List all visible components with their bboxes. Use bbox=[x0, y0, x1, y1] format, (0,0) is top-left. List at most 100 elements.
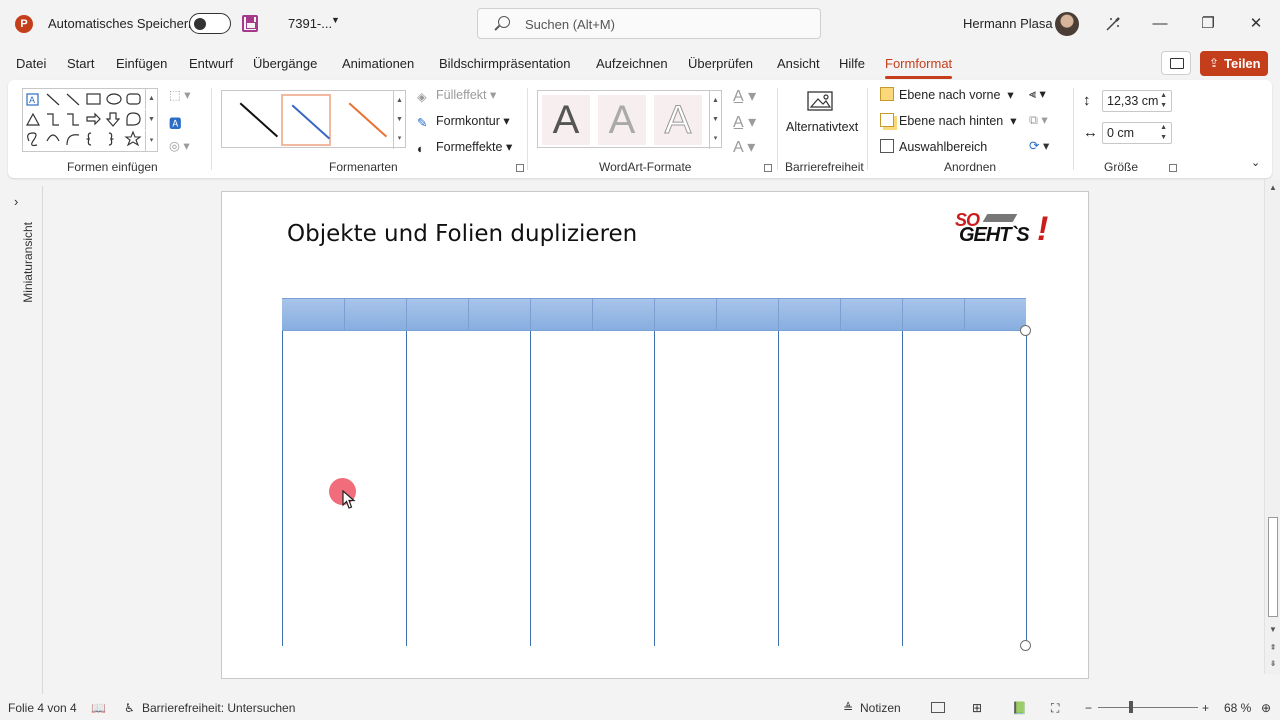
line-top-handle[interactable] bbox=[1020, 325, 1031, 336]
vertical-line[interactable] bbox=[530, 331, 531, 646]
rotate-icon[interactable]: ⟳ ▾ bbox=[1029, 138, 1049, 153]
normal-view-icon[interactable] bbox=[931, 702, 945, 713]
vertical-line[interactable] bbox=[778, 331, 779, 646]
alt-text-button[interactable]: Alternativtext bbox=[782, 86, 862, 146]
text-outline-icon[interactable]: A̲ ▾ bbox=[733, 112, 756, 132]
line-style-black[interactable] bbox=[228, 94, 278, 146]
zoom-out-button[interactable]: − bbox=[1085, 701, 1092, 715]
tab-bildschirmpraesentation[interactable]: Bildschirmpräsentation bbox=[439, 56, 571, 71]
height-input[interactable]: 12,33 cm ▲ ▼ bbox=[1102, 90, 1172, 112]
zoom-slider-knob[interactable] bbox=[1129, 701, 1133, 713]
tab-start[interactable]: Start bbox=[67, 56, 94, 71]
line-style-orange[interactable] bbox=[337, 94, 387, 146]
tab-animationen[interactable]: Animationen bbox=[342, 56, 414, 71]
vertical-line[interactable] bbox=[654, 331, 655, 646]
tab-datei[interactable]: Datei bbox=[16, 56, 46, 71]
document-filename[interactable]: 7391-... bbox=[288, 16, 332, 31]
accessibility-icon[interactable]: ♿ bbox=[124, 701, 135, 715]
tab-aufzeichnen[interactable]: Aufzeichnen bbox=[596, 56, 668, 71]
wordart-scroll-up-icon[interactable]: ▲ bbox=[709, 91, 721, 111]
height-decrement-icon[interactable]: ▼ bbox=[1160, 102, 1167, 109]
spelling-check-icon[interactable]: 📖 bbox=[91, 701, 106, 715]
align-icon[interactable]: ⫷ ▾ bbox=[1029, 86, 1046, 102]
styles-more-icon[interactable]: ▾ bbox=[393, 129, 405, 149]
vertical-line[interactable] bbox=[282, 331, 283, 646]
zoom-slider-track[interactable] bbox=[1098, 707, 1198, 708]
text-box-icon[interactable]: 🅰 bbox=[169, 113, 182, 132]
slide-sorter-icon[interactable]: ⊞ bbox=[972, 701, 982, 715]
vertical-line[interactable] bbox=[406, 331, 407, 646]
send-backward-button[interactable]: Ebene nach hinten ▾ bbox=[880, 113, 1017, 128]
tab-ueberpruefen[interactable]: Überprüfen bbox=[688, 56, 753, 71]
styles-scroll-down-icon[interactable]: ▼ bbox=[393, 110, 405, 130]
accessibility-status[interactable]: Barrierefreiheit: Untersuchen bbox=[142, 701, 295, 715]
thumbnail-pane-label[interactable]: Miniaturansicht bbox=[21, 222, 35, 303]
merge-shapes-icon[interactable]: ◎ ▾ bbox=[169, 138, 190, 153]
notes-icon[interactable]: ≜ bbox=[843, 701, 853, 715]
shape-outline-button[interactable]: ✎ Formkontur ▾ bbox=[417, 113, 510, 130]
slide-canvas[interactable]: Objekte und Folien duplizieren SO GEHT`S… bbox=[221, 191, 1089, 679]
vertical-line[interactable] bbox=[902, 331, 903, 646]
slide-title[interactable]: Objekte und Folien duplizieren bbox=[287, 221, 637, 247]
wordart-more-icon[interactable]: ▾ bbox=[709, 129, 721, 149]
shapes-more-icon[interactable]: ▾ bbox=[145, 131, 157, 151]
text-effects-icon[interactable]: A ▾ bbox=[733, 137, 755, 157]
vertical-scrollbar[interactable]: ▲ ▼ ⇞ ⇟ bbox=[1264, 180, 1280, 674]
reading-view-icon[interactable]: 📗 bbox=[1012, 701, 1027, 715]
shapes-scroll-up-icon[interactable]: ▲ bbox=[145, 89, 157, 109]
scroll-up-icon[interactable]: ▲ bbox=[1268, 183, 1278, 193]
restore-button[interactable]: ❐ bbox=[1198, 14, 1218, 34]
size-launcher-icon[interactable] bbox=[1169, 164, 1177, 172]
fill-effect-button[interactable]: ◈ Fülleffekt ▾ bbox=[417, 87, 496, 104]
wordart-style-dark[interactable]: A bbox=[542, 95, 590, 145]
expand-thumbnails-chevron-icon[interactable]: › bbox=[14, 194, 18, 209]
previous-slide-icon[interactable]: ⇞ bbox=[1268, 643, 1278, 653]
tab-einfuegen[interactable]: Einfügen bbox=[116, 56, 167, 71]
line-bottom-handle[interactable] bbox=[1020, 640, 1031, 651]
table-header-row[interactable] bbox=[282, 298, 1026, 331]
scroll-down-icon[interactable]: ▼ bbox=[1268, 625, 1278, 635]
group-objects-icon[interactable]: ⧉ ▾ bbox=[1029, 112, 1048, 128]
line-style-blue[interactable] bbox=[281, 94, 331, 146]
fit-to-window-icon[interactable]: ⊕ bbox=[1261, 701, 1271, 715]
edit-shape-icon[interactable]: ⬚ ▾ bbox=[169, 87, 191, 102]
bring-forward-button[interactable]: Ebene nach vorne ▾ bbox=[880, 87, 1014, 102]
shapes-scroll-down-icon[interactable]: ▼ bbox=[145, 110, 157, 130]
tab-ansicht[interactable]: Ansicht bbox=[777, 56, 820, 71]
text-fill-icon[interactable]: A̲ ▾ bbox=[733, 86, 756, 106]
wordart-style-gray[interactable]: A bbox=[598, 95, 646, 145]
wordart-scroll-down-icon[interactable]: ▼ bbox=[709, 110, 721, 130]
search-box[interactable]: Suchen (Alt+M) bbox=[477, 8, 821, 39]
collapse-ribbon-chevron-icon[interactable]: ⌄ bbox=[1251, 156, 1260, 169]
width-decrement-icon[interactable]: ▼ bbox=[1160, 134, 1167, 141]
vertical-line[interactable] bbox=[1026, 331, 1027, 646]
shape-styles-gallery[interactable]: ▲ ▼ ▾ bbox=[221, 90, 406, 149]
tab-entwurf[interactable]: Entwurf bbox=[189, 56, 233, 71]
tab-hilfe[interactable]: Hilfe bbox=[839, 56, 865, 71]
styles-scroll-up-icon[interactable]: ▲ bbox=[393, 91, 405, 111]
tab-uebergaenge[interactable]: Übergänge bbox=[253, 56, 317, 71]
slideshow-view-icon[interactable]: ⛶ bbox=[1051, 701, 1059, 716]
filename-chevron-down-icon[interactable]: ▼ bbox=[331, 15, 340, 25]
avatar[interactable] bbox=[1055, 12, 1079, 36]
share-button[interactable]: ⇪ Teilen bbox=[1200, 51, 1268, 76]
close-button[interactable]: ✕ bbox=[1246, 14, 1266, 34]
shape-styles-launcher-icon[interactable] bbox=[516, 164, 524, 172]
designer-wand-icon[interactable] bbox=[1105, 16, 1121, 32]
wordart-gallery[interactable]: A A A ▲ ▼ ▾ bbox=[537, 90, 722, 149]
zoom-level[interactable]: 68 % bbox=[1224, 701, 1251, 715]
width-increment-icon[interactable]: ▲ bbox=[1160, 124, 1167, 131]
wordart-style-outline[interactable]: A bbox=[654, 95, 702, 145]
autosave-toggle[interactable] bbox=[189, 13, 231, 34]
comments-button[interactable] bbox=[1161, 51, 1191, 75]
next-slide-icon[interactable]: ⇟ bbox=[1268, 659, 1278, 669]
save-icon[interactable] bbox=[242, 15, 258, 32]
scrollbar-thumb[interactable] bbox=[1268, 517, 1278, 617]
notes-button[interactable]: Notizen bbox=[860, 701, 901, 715]
selection-pane-button[interactable]: Auswahlbereich bbox=[880, 139, 987, 154]
shape-effects-button[interactable]: ◐ Formeffekte ▾ bbox=[417, 139, 512, 156]
tab-formformat[interactable]: Formformat bbox=[885, 56, 953, 79]
minimize-button[interactable]: — bbox=[1150, 14, 1170, 34]
width-input[interactable]: 0 cm ▲ ▼ bbox=[1102, 122, 1172, 144]
zoom-in-button[interactable]: + bbox=[1202, 701, 1209, 715]
